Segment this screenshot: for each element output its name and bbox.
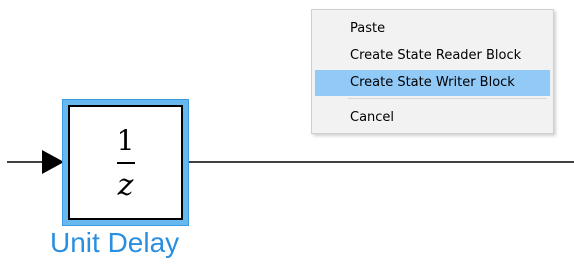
block-name-label[interactable]: Unit Delay (50, 227, 210, 259)
fraction-bar (117, 162, 135, 164)
unit-delay-block-body[interactable]: 1 z (68, 105, 183, 220)
context-menu: Paste Create State Reader Block Create S… (311, 9, 554, 134)
menu-separator (348, 98, 547, 99)
menu-item-create-state-writer-block[interactable]: Create State Writer Block (315, 70, 550, 96)
menu-item-cancel[interactable]: Cancel (315, 105, 550, 131)
transfer-denominator: z (117, 168, 134, 203)
input-port-arrowhead (42, 150, 64, 174)
menu-item-paste[interactable]: Paste (315, 16, 550, 42)
transfer-numerator: 1 (116, 124, 135, 157)
menu-item-create-state-reader-block[interactable]: Create State Reader Block (315, 43, 550, 69)
unit-delay-block[interactable]: 1 z (62, 99, 189, 226)
